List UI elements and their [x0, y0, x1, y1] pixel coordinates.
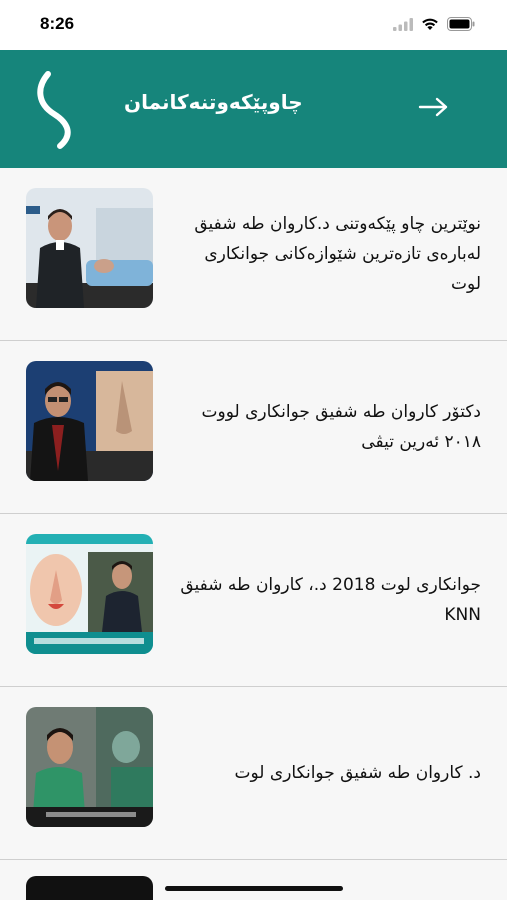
status-time: 8:26 [40, 14, 75, 33]
interview-list: نوێترین چاو پێکەوتنی د.کاروان طه شفیق لە… [0, 168, 507, 860]
cellular-signal-icon [393, 16, 413, 35]
list-item[interactable]: دکتۆر کاروان طه شفیق جوانکاری لووت ٢٠١٨ … [0, 341, 507, 514]
video-thumbnail[interactable] [26, 534, 153, 654]
s-curve-logo [32, 70, 82, 154]
item-title: جوانکاری لوت 2018 د.، کاروان طه شفیق KNN [180, 575, 481, 625]
list-item[interactable]: د. کاروان طه شفیق جوانکاری لوت [0, 687, 507, 860]
item-title: دکتۆر کاروان طه شفیق جوانکاری لووت ٢٠١٨ … [201, 402, 481, 452]
video-thumbnail[interactable] [26, 361, 153, 481]
wifi-icon [421, 16, 439, 35]
battery-icon [447, 16, 475, 35]
video-thumbnail[interactable] [26, 707, 153, 827]
arrow-right-icon[interactable] [418, 96, 450, 122]
status-icons [393, 16, 475, 35]
list-item[interactable]: جوانکاری لوت 2018 د.، کاروان طه شفیق KNN [0, 514, 507, 687]
list-item[interactable]: نوێترین چاو پێکەوتنی د.کاروان طه شفیق لە… [0, 168, 507, 341]
status-bar: 8:26 [0, 0, 507, 50]
video-thumbnail-partial[interactable] [26, 876, 153, 900]
home-indicator[interactable] [165, 886, 343, 891]
page-title: چاوپێکەوتنەکانمان [124, 90, 303, 114]
item-title: د. کاروان طه شفیق جوانکاری لوت [234, 763, 481, 783]
video-thumbnail[interactable] [26, 188, 153, 308]
header-bar: چاوپێکەوتنەکانمان [0, 50, 507, 168]
item-title: نوێترین چاو پێکەوتنی د.کاروان طه شفیق لە… [194, 214, 481, 294]
